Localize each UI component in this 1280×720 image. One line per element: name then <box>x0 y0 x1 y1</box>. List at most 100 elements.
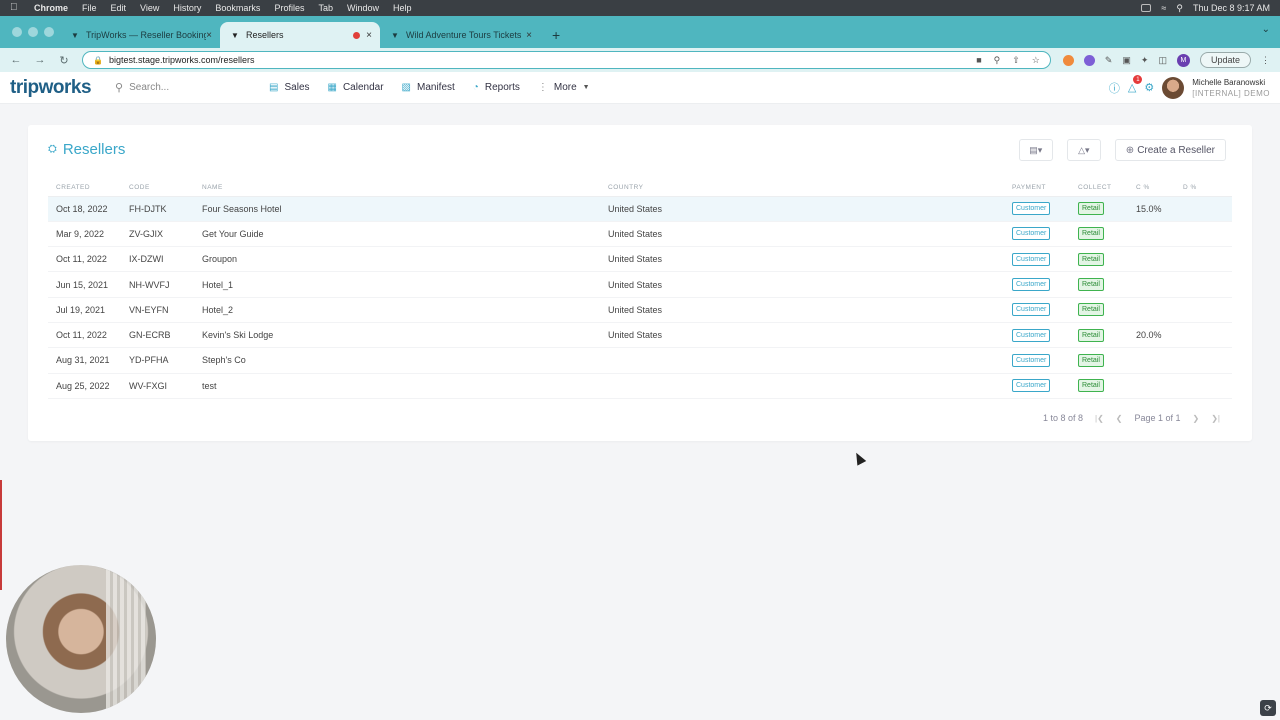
nav-calendar[interactable]: ▦ Calendar <box>328 82 384 93</box>
browser-menu-icon[interactable]: ⋮ <box>1261 55 1270 66</box>
search-icon: ⚲ <box>115 82 124 94</box>
table-row[interactable]: Mar 9, 2022 ZV-GJIX Get Your Guide Unite… <box>48 221 1232 248</box>
col-c-percent[interactable]: C % <box>1128 180 1175 197</box>
reload-icon[interactable]: ↻ <box>58 54 70 67</box>
recorder-widget-icon[interactable]: ⟳ <box>1260 700 1276 716</box>
first-page-icon[interactable]: |❮ <box>1095 414 1104 423</box>
browser-tab-wild-adventure[interactable]: ▼ Wild Adventure Tours Tickets × <box>380 22 540 48</box>
close-window-icon[interactable] <box>12 27 22 37</box>
menu-file[interactable]: File <box>82 3 97 13</box>
menu-view[interactable]: View <box>140 3 159 13</box>
table-row[interactable]: Oct 11, 2022 GN-ECRB Kevin's Ski Lodge U… <box>48 322 1232 349</box>
cell-c-percent: 15.0% <box>1128 196 1175 222</box>
cell-c-percent <box>1128 297 1175 323</box>
tripworks-logo[interactable]: tripworks <box>10 77 92 99</box>
create-reseller-button[interactable]: ⊕ Create a Reseller <box>1114 139 1226 161</box>
menu-history[interactable]: History <box>173 3 201 13</box>
key-icon[interactable]: ⚲ <box>994 55 1001 66</box>
spotlight-icon[interactable]: ⚲ <box>1176 3 1183 14</box>
extensions-area: ✎ ▣ ✦ ◫ M Update ⋮ <box>1062 52 1270 68</box>
extension-pen-icon[interactable]: ✎ <box>1105 55 1113 66</box>
cell-created: Aug 25, 2022 <box>48 373 121 399</box>
address-bar[interactable]: 🔒 bigtest.stage.tripworks.com/resellers … <box>82 51 1051 69</box>
menu-chrome[interactable]: Chrome <box>34 3 68 13</box>
menubar-clock[interactable]: Thu Dec 8 9:17 AM <box>1193 3 1270 13</box>
col-collect[interactable]: COLLECT <box>1070 180 1128 197</box>
lock-icon[interactable]: 🔒 <box>93 56 103 65</box>
close-tab-icon[interactable]: × <box>206 30 212 41</box>
forward-arrow-icon[interactable]: → <box>34 54 46 66</box>
nav-sales[interactable]: ▤ Sales <box>269 82 309 93</box>
extension-orange-icon[interactable] <box>1062 54 1074 66</box>
col-payment[interactable]: PAYMENT <box>1004 180 1070 197</box>
nav-more[interactable]: ⋮ More ▼ <box>538 82 590 93</box>
collect-badge: Retail <box>1078 202 1104 216</box>
share-icon[interactable]: ⇧ <box>1012 55 1020 66</box>
zoom-window-icon[interactable] <box>44 27 54 37</box>
table-row[interactable]: Aug 31, 2021 YD-PFHA Steph's Co Customer… <box>48 347 1232 374</box>
search-input[interactable]: Search... <box>129 82 169 93</box>
user-menu[interactable]: Michelle Baranowski [INTERNAL] DEMO <box>1192 77 1270 99</box>
gear-icon[interactable]: ⚙ <box>1144 81 1154 94</box>
menu-window[interactable]: Window <box>347 3 379 13</box>
table-row[interactable]: Oct 18, 2022 FH-DJTK Four Seasons Hotel … <box>48 196 1232 222</box>
mac-menubar:  Chrome File Edit View History Bookmark… <box>0 0 1280 16</box>
close-tab-icon[interactable]: × <box>366 30 372 41</box>
next-page-icon[interactable]: ❯ <box>1193 414 1200 423</box>
camera-icon[interactable]: ■ <box>976 55 981 66</box>
table-row[interactable]: Aug 25, 2022 WV-FXGI test Customer Retai… <box>48 373 1232 399</box>
profile-avatar-icon[interactable]: M <box>1176 53 1190 67</box>
cell-code: ZV-GJIX <box>121 221 194 248</box>
cell-code: GN-ECRB <box>121 322 194 349</box>
extension-purple-icon[interactable] <box>1083 54 1095 66</box>
cell-code: WV-FXGI <box>121 373 194 399</box>
export-menu-button[interactable]: △▾ <box>1066 139 1101 161</box>
menu-bookmarks[interactable]: Bookmarks <box>215 3 260 13</box>
tab-search-chevron-icon[interactable]: ⌄ <box>1262 24 1270 35</box>
help-icon[interactable]: ⓘ <box>1109 80 1120 96</box>
cell-created: Oct 18, 2022 <box>48 196 121 222</box>
export-icon: △▾ <box>1078 144 1090 155</box>
menu-help[interactable]: Help <box>393 3 412 13</box>
pagination-page: Page 1 of 1 <box>1134 413 1181 423</box>
prev-page-icon[interactable]: ❮ <box>1116 414 1123 423</box>
search-box[interactable]: ⚲ Search... <box>115 81 255 94</box>
columns-menu-button[interactable]: ▤▾ <box>1018 139 1053 161</box>
sidepanel-icon[interactable]: ◫ <box>1158 55 1167 66</box>
bookmark-star-icon[interactable]: ☆ <box>1032 55 1040 66</box>
col-country[interactable]: COUNTRY <box>600 180 1004 197</box>
pagination: 1 to 8 of 8 |❮ ❮ Page 1 of 1 ❯ ❯| <box>1043 413 1220 423</box>
menu-profiles[interactable]: Profiles <box>274 3 304 13</box>
collect-badge: Retail <box>1078 379 1104 393</box>
col-name[interactable]: NAME <box>194 180 600 197</box>
col-d-percent[interactable]: D % <box>1175 180 1232 197</box>
nav-reports[interactable]: ◔ Reports <box>473 82 520 93</box>
table-row[interactable]: Jul 19, 2021 VN-EYFN Hotel_2 United Stat… <box>48 297 1232 323</box>
table-row[interactable]: Jun 15, 2021 NH-WVFJ Hotel_1 United Stat… <box>48 271 1232 298</box>
last-page-icon[interactable]: ❯| <box>1211 414 1220 423</box>
cell-name: Hotel_2 <box>194 297 600 323</box>
new-tab-icon[interactable]: + <box>552 27 560 43</box>
minimize-window-icon[interactable] <box>28 27 38 37</box>
table-row[interactable]: Oct 11, 2022 IX-DZWI Groupon United Stat… <box>48 246 1232 273</box>
cell-created: Aug 31, 2021 <box>48 347 121 374</box>
extension-capture-icon[interactable]: ▣ <box>1122 55 1131 66</box>
close-tab-icon[interactable]: × <box>526 30 532 41</box>
nav-manifest[interactable]: ▧ Manifest <box>402 82 455 93</box>
back-arrow-icon[interactable]: ← <box>10 54 22 66</box>
calendar-icon: ▦ <box>327 82 337 93</box>
browser-tab-reseller-booking[interactable]: ▼ TripWorks — Reseller Booking × <box>60 22 220 48</box>
url-text[interactable]: bigtest.stage.tripworks.com/resellers <box>109 55 255 65</box>
extensions-puzzle-icon[interactable]: ✦ <box>1141 55 1149 66</box>
apple-icon[interactable]:  <box>10 3 20 13</box>
menu-tab[interactable]: Tab <box>318 3 333 13</box>
wifi-icon[interactable]: ≈ <box>1161 3 1166 13</box>
menu-edit[interactable]: Edit <box>111 3 127 13</box>
update-button[interactable]: Update <box>1199 52 1251 68</box>
col-code[interactable]: CODE <box>121 180 194 197</box>
col-created[interactable]: CREATED <box>48 180 121 197</box>
user-avatar[interactable] <box>1162 76 1185 99</box>
bell-icon[interactable]: △ 1 <box>1128 75 1143 94</box>
battery-icon[interactable] <box>1141 4 1152 12</box>
browser-tab-resellers[interactable]: ▼ Resellers × <box>220 22 380 48</box>
